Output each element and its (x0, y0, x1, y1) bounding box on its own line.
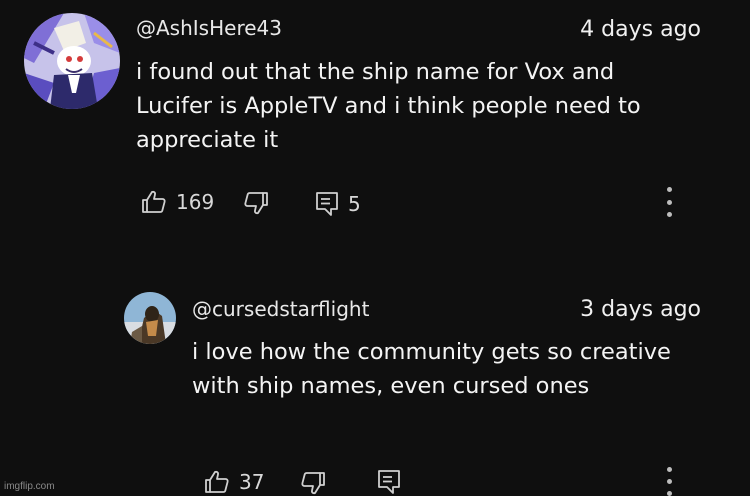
comment-text: i love how the community gets so creativ… (192, 339, 671, 399)
avatar[interactable] (24, 13, 120, 109)
comment-timestamp[interactable]: 3 days ago (580, 297, 701, 322)
more-vertical-icon[interactable] (664, 187, 674, 217)
thumbs-up-icon (205, 470, 229, 493)
reply-comment: @cursedstarflight 3 days ago i love how … (0, 280, 750, 496)
comment-text: i found out that the ship name for Vox a… (136, 59, 641, 153)
cartoon-character-avatar-icon (24, 13, 120, 109)
avatar[interactable] (124, 292, 176, 344)
comment-username[interactable]: @AshIsHere43 (136, 16, 282, 40)
thumbs-down-icon (301, 472, 325, 495)
watermark: imgflip.com (4, 481, 55, 492)
dislike-button[interactable] (300, 471, 326, 495)
like-count: 37 (239, 470, 265, 494)
photo-avatar-icon (124, 292, 176, 344)
thumbs-down-icon (244, 192, 268, 215)
comment-username[interactable]: @cursedstarflight (192, 297, 369, 321)
like-button[interactable]: 37 (204, 470, 264, 494)
reply-icon (316, 192, 338, 216)
dislike-button[interactable] (243, 191, 269, 215)
reply-button[interactable]: 5 (315, 191, 361, 217)
comment-timestamp[interactable]: 4 days ago (580, 17, 701, 42)
like-count: 169 (176, 190, 215, 214)
like-button[interactable]: 169 (141, 190, 214, 214)
reply-count: 5 (348, 192, 361, 216)
comment: @AshIsHere43 4 days ago i found out that… (0, 0, 750, 240)
reply-icon (378, 470, 400, 494)
more-vertical-icon[interactable] (664, 467, 674, 496)
thumbs-up-icon (142, 190, 166, 213)
reply-button[interactable] (377, 469, 401, 495)
